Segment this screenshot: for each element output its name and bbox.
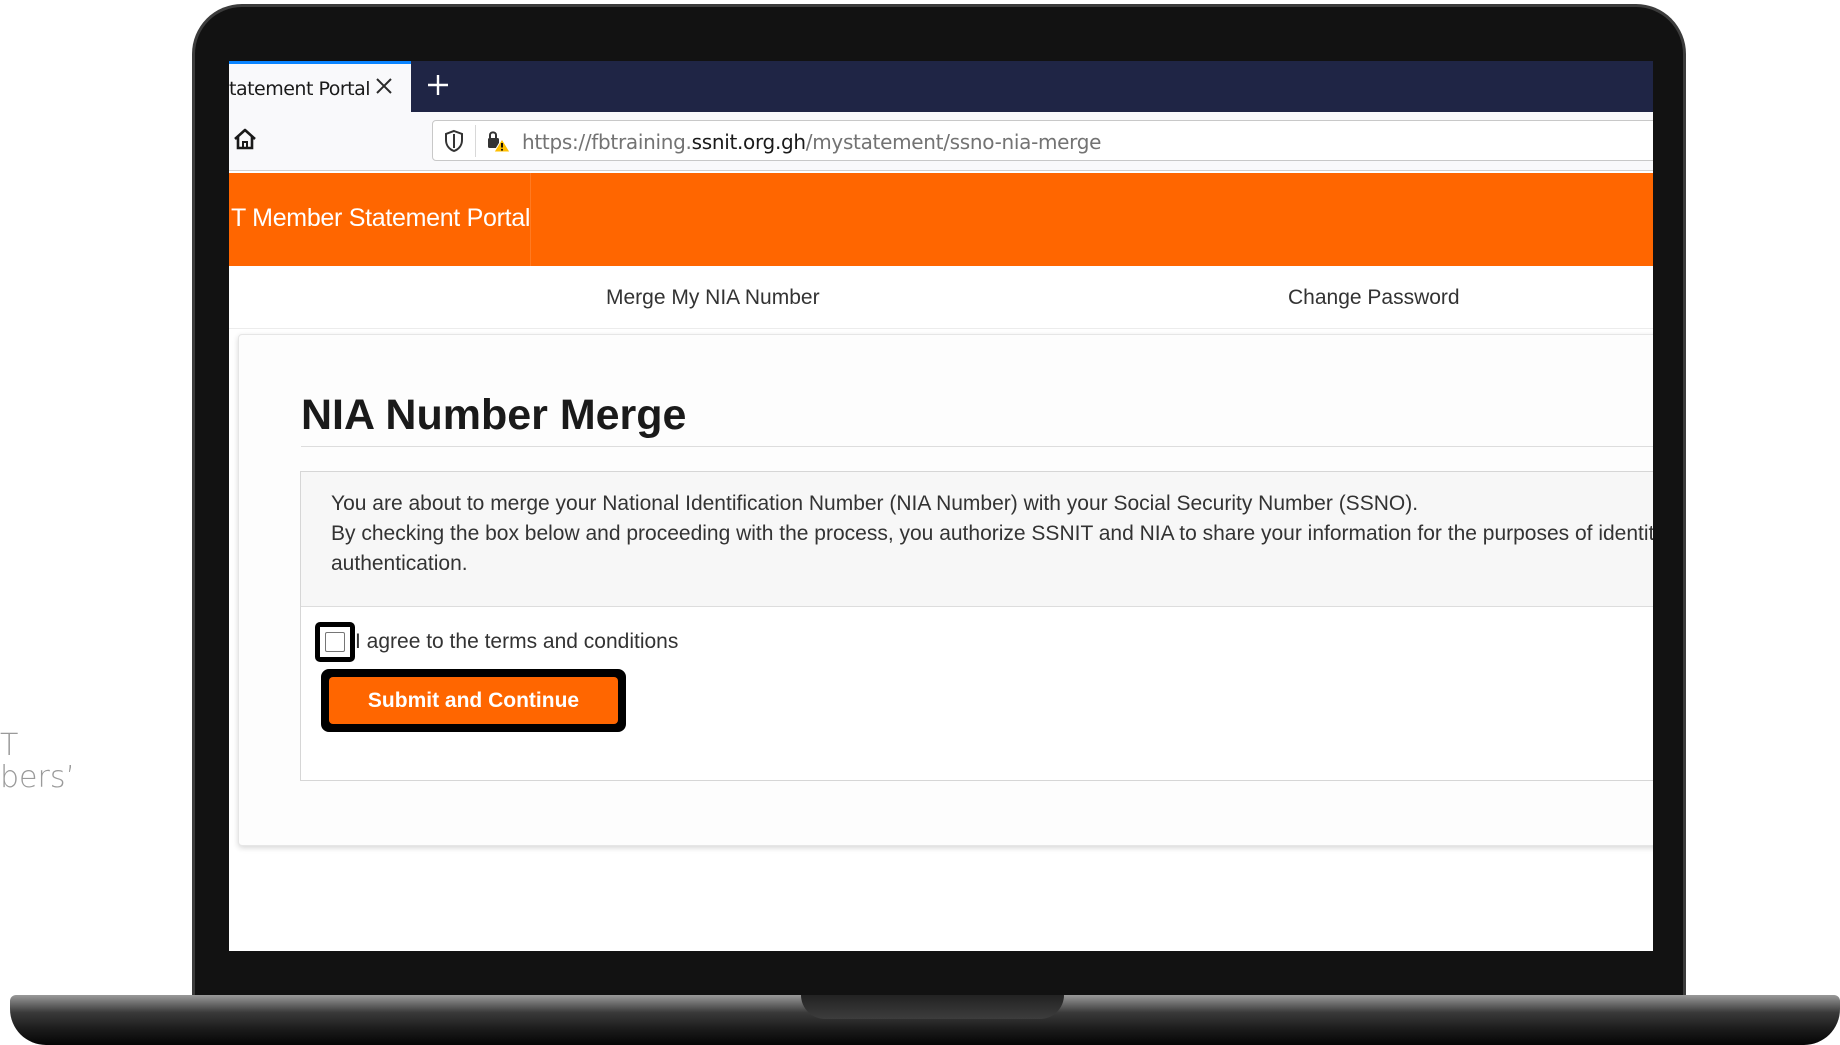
address-bar[interactable]: https://fbtraining.ssnit.org.gh/mystatem…	[432, 120, 1653, 161]
nav-change-password[interactable]: Change Password	[1288, 286, 1460, 310]
merge-panel: You are about to merge your National Ide…	[300, 471, 1653, 781]
browser-tab-bar: tatement Portal	[229, 61, 1653, 112]
tab-title: tatement Portal	[229, 78, 371, 100]
url-path: /mystatement/ssno-nia-merge	[805, 130, 1102, 154]
info-line-3: authentication.	[331, 552, 468, 575]
url-text: https://fbtraining.ssnit.org.gh/mystatem…	[522, 130, 1101, 154]
background-text-line2: bers’	[0, 760, 75, 795]
url-divider	[475, 125, 476, 157]
home-icon[interactable]	[231, 125, 259, 153]
browser-tab[interactable]: tatement Portal	[229, 61, 411, 112]
portal-title[interactable]: T Member Statement Portal	[231, 204, 530, 233]
browser-nav-bar: https://fbtraining.ssnit.org.gh/mystatem…	[229, 112, 1653, 171]
info-box: You are about to merge your National Ide…	[301, 472, 1653, 607]
nav-menu: Merge My NIA Number Change Password	[229, 266, 1653, 329]
agree-label[interactable]: I agree to the terms and conditions	[355, 630, 678, 654]
submit-highlight: Submit and Continue	[321, 669, 626, 732]
portal-header: T Member Statement Portal	[229, 173, 1653, 266]
title-rule	[301, 446, 1653, 447]
header-divider	[530, 173, 531, 266]
shield-icon[interactable]	[443, 129, 465, 153]
url-prefix: https://fbtraining.	[522, 130, 692, 154]
url-domain: ssnit.org.gh	[691, 130, 807, 154]
laptop-screen: tatement Portal https://fbtraining.ssnit…	[229, 61, 1653, 951]
checkbox-box	[325, 632, 345, 652]
info-line-2: By checking the box below and proceeding…	[331, 522, 1653, 545]
info-line-1: You are about to merge your National Ide…	[331, 492, 1419, 515]
page-title: NIA Number Merge	[301, 391, 687, 439]
agree-checkbox[interactable]	[315, 622, 355, 662]
plus-icon[interactable]	[423, 70, 453, 100]
submit-button[interactable]: Submit and Continue	[329, 677, 618, 724]
warning-lock-icon[interactable]	[485, 128, 511, 154]
laptop-notch	[801, 995, 1064, 1019]
nav-merge-nia[interactable]: Merge My NIA Number	[606, 286, 820, 310]
close-icon[interactable]	[372, 74, 396, 98]
background-text-line1: T	[0, 728, 19, 763]
